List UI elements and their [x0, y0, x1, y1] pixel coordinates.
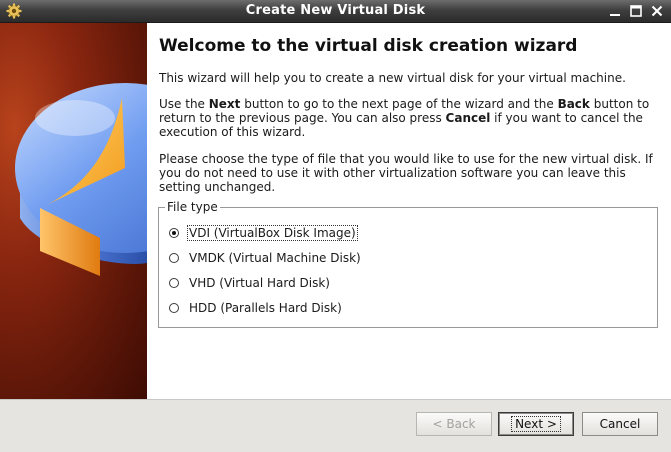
vmdk-option[interactable]: VMDK (Virtual Machine Disk) [169, 249, 363, 267]
cancel-button[interactable]: Cancel [582, 412, 658, 436]
vhd-radio[interactable] [169, 278, 179, 288]
button-bar: < Back Next > Cancel [0, 399, 671, 452]
file-type-legend: File type [165, 200, 220, 214]
vmdk-label[interactable]: VMDK (Virtual Machine Disk) [187, 250, 363, 266]
hdd-label[interactable]: HDD (Parallels Hard Disk) [187, 300, 344, 316]
vdi-option[interactable]: VDI (VirtualBox Disk Image) [169, 224, 358, 242]
wizard-side-image [0, 23, 147, 399]
next-button-label: Next > [511, 416, 561, 432]
close-icon[interactable] [650, 4, 664, 18]
maximize-icon[interactable] [629, 4, 643, 18]
next-button[interactable]: Next > [498, 412, 574, 436]
vmdk-radio[interactable] [169, 253, 179, 263]
back-button-label: < Back [432, 417, 476, 431]
vdi-label[interactable]: VDI (VirtualBox Disk Image) [187, 225, 358, 241]
wizard-window: Create New Virtual Disk Welcome to the v… [0, 0, 671, 452]
file-type-group: File type VDI (VirtualBox Disk Image) VM… [158, 200, 658, 328]
cancel-button-label: Cancel [599, 417, 641, 431]
title-bar[interactable]: Create New Virtual Disk [0, 0, 671, 23]
vhd-option[interactable]: VHD (Virtual Hard Disk) [169, 274, 332, 292]
vdi-radio[interactable] [169, 228, 179, 238]
navigation-help-text: Use the Next button to go to the next pa… [159, 97, 650, 139]
intro-text: This wizard will help you to create a ne… [159, 71, 626, 85]
page-title: Welcome to the virtual disk creation wiz… [159, 36, 578, 56]
minimize-icon[interactable] [608, 4, 622, 18]
back-button[interactable]: < Back [416, 412, 492, 436]
vhd-label[interactable]: VHD (Virtual Hard Disk) [187, 275, 332, 291]
disk-pie-illustration [15, 83, 147, 276]
wizard-content: Welcome to the virtual disk creation wiz… [147, 23, 671, 399]
hdd-option[interactable]: HDD (Parallels Hard Disk) [169, 299, 344, 317]
choose-type-text: Please choose the type of file that you … [159, 152, 653, 194]
window-title: Create New Virtual Disk [245, 3, 426, 18]
hdd-radio[interactable] [169, 303, 179, 313]
